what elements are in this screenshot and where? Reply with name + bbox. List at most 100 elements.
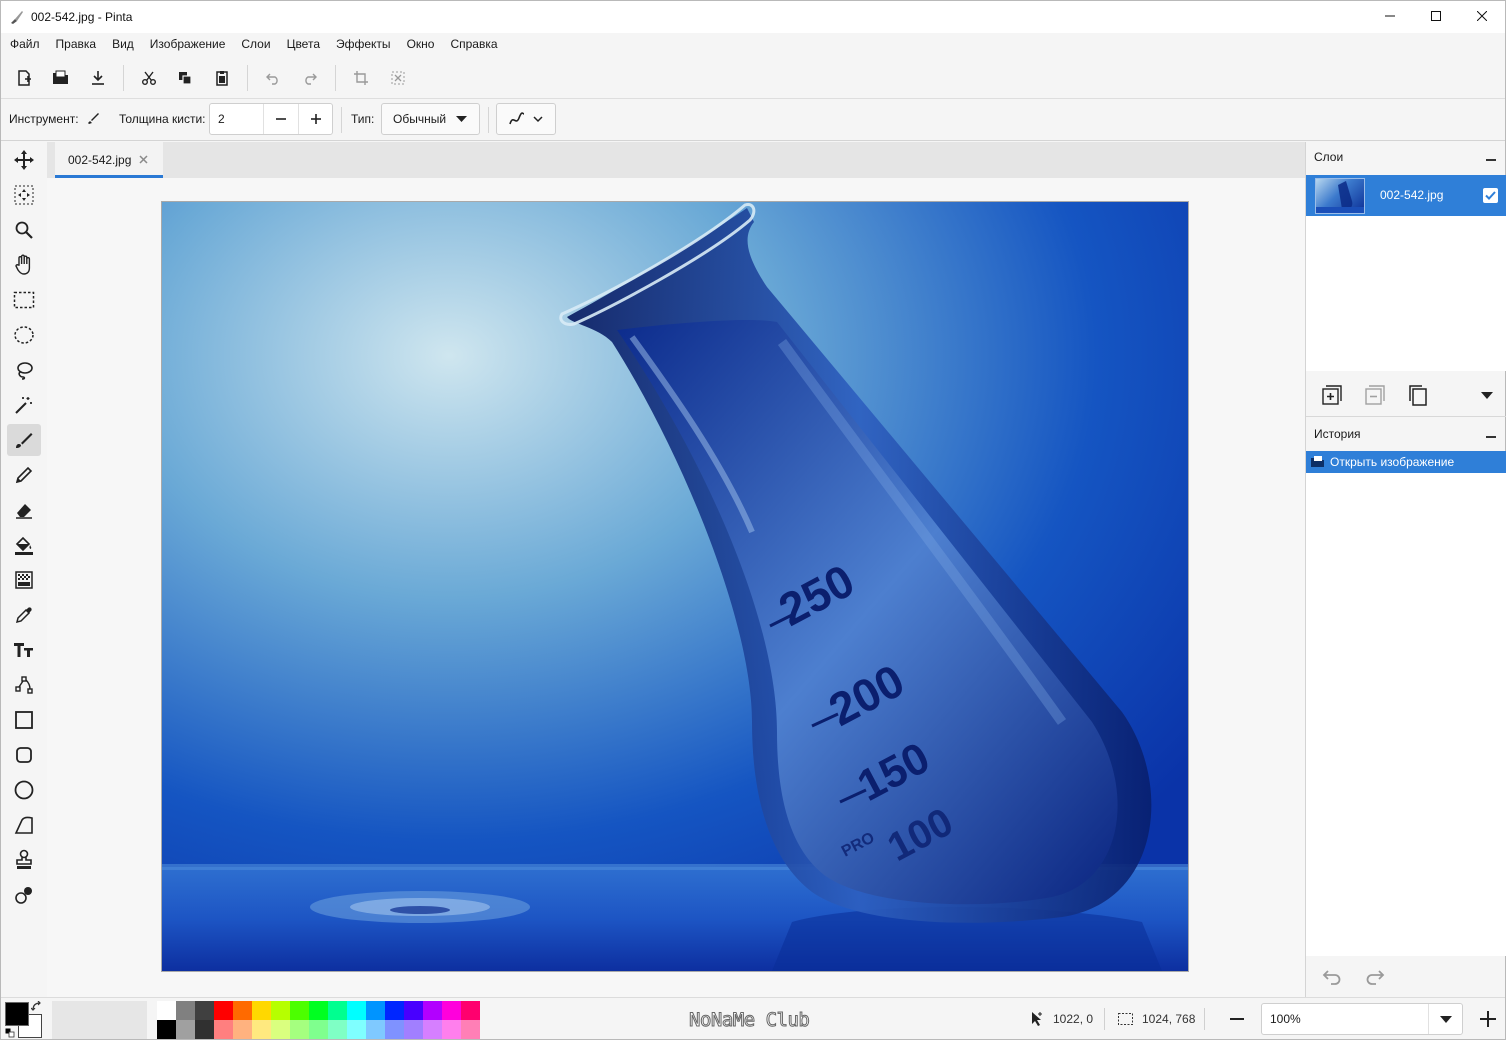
canvas-area[interactable]: 250 200 150 100 PRO [47, 178, 1305, 997]
palette-swatch[interactable] [385, 1020, 404, 1039]
crop-button[interactable] [347, 65, 375, 91]
palette-swatch[interactable] [176, 1001, 195, 1020]
menu-edit[interactable]: Правка [48, 33, 105, 55]
open-image-button[interactable] [47, 65, 75, 91]
menu-image[interactable]: Изображение [142, 33, 234, 55]
brush-width-increase-button[interactable] [298, 104, 333, 134]
history-undo-button[interactable] [1319, 964, 1345, 990]
collapse-history-icon[interactable] [1486, 436, 1496, 438]
layer-visibility-checkbox[interactable] [1483, 188, 1498, 203]
palette-swatch[interactable] [214, 1020, 233, 1039]
tool-line-curve[interactable] [7, 669, 41, 701]
menu-view[interactable]: Вид [104, 33, 142, 55]
tool-gradient[interactable] [7, 564, 41, 596]
zoom-input[interactable]: 100% [1270, 1004, 1301, 1034]
zoom-out-button[interactable] [1223, 1005, 1251, 1033]
palette-swatch[interactable] [252, 1020, 271, 1039]
menu-help[interactable]: Справка [442, 33, 505, 55]
palette-swatch[interactable] [290, 1020, 309, 1039]
tool-recolor[interactable] [7, 879, 41, 911]
tool-rounded-rectangle[interactable] [7, 739, 41, 771]
palette-swatch[interactable] [385, 1001, 404, 1020]
palette-swatch[interactable] [461, 1001, 480, 1020]
brush-width-input[interactable]: 2 [218, 104, 225, 134]
duplicate-layer-button[interactable] [1405, 382, 1431, 408]
collapse-layers-icon[interactable] [1486, 159, 1496, 161]
palette-swatch[interactable] [290, 1001, 309, 1020]
tab-document[interactable]: 002-542.jpg [55, 142, 163, 178]
palette-swatch[interactable] [423, 1001, 442, 1020]
palette-swatch[interactable] [442, 1020, 461, 1039]
zoom-in-button[interactable] [1474, 1005, 1502, 1033]
menu-effects[interactable]: Эффекты [328, 33, 399, 55]
tool-paintbrush[interactable] [7, 424, 41, 456]
menu-file[interactable]: Файл [2, 33, 48, 55]
menu-layers[interactable]: Слои [233, 33, 278, 55]
redo-button[interactable] [296, 65, 324, 91]
cut-button[interactable] [135, 65, 163, 91]
palette-swatch[interactable] [347, 1001, 366, 1020]
palette-swatch[interactable] [195, 1020, 214, 1039]
brush-width-decrease-button[interactable] [263, 104, 298, 134]
swap-colors-icon[interactable] [31, 1001, 43, 1013]
palette-swatch[interactable] [157, 1020, 176, 1039]
layer-item[interactable]: 002-542.jpg [1306, 175, 1506, 216]
tool-text[interactable] [7, 634, 41, 666]
palette-swatch[interactable] [461, 1020, 480, 1039]
palette-swatch[interactable] [271, 1001, 290, 1020]
tool-move-selected[interactable] [7, 144, 41, 176]
palette-swatch[interactable] [404, 1020, 423, 1039]
tool-magic-wand[interactable] [7, 389, 41, 421]
menu-window[interactable]: Окно [399, 33, 443, 55]
antialiasing-dropdown[interactable] [496, 103, 556, 135]
zoom-dropdown-button[interactable] [1428, 1004, 1462, 1034]
add-layer-button[interactable] [1319, 382, 1345, 408]
brush-type-dropdown[interactable]: Обычный [381, 103, 480, 135]
tool-paint-bucket[interactable] [7, 529, 41, 561]
palette-swatch[interactable] [233, 1020, 252, 1039]
close-tab-icon[interactable] [139, 155, 148, 164]
tool-ellipse-select[interactable] [7, 319, 41, 351]
palette-swatch[interactable] [214, 1001, 233, 1020]
palette-swatch[interactable] [423, 1020, 442, 1039]
palette-swatch[interactable] [309, 1001, 328, 1020]
palette-swatch[interactable] [347, 1020, 366, 1039]
paste-button[interactable] [208, 65, 236, 91]
palette-swatch[interactable] [233, 1001, 252, 1020]
palette-swatch[interactable] [309, 1020, 328, 1039]
layer-menu-dropdown[interactable] [1474, 382, 1500, 408]
delete-layer-button[interactable] [1362, 382, 1388, 408]
tool-freeform-shape[interactable] [7, 809, 41, 841]
tool-color-picker[interactable] [7, 599, 41, 631]
palette-swatch[interactable] [157, 1001, 176, 1020]
tool-eraser[interactable] [7, 494, 41, 526]
new-image-button[interactable] [10, 65, 38, 91]
palette-swatch[interactable] [366, 1020, 385, 1039]
maximize-button[interactable] [1413, 1, 1459, 31]
deselect-button[interactable] [384, 65, 412, 91]
tool-rectangle[interactable] [7, 704, 41, 736]
tool-clone-stamp[interactable] [7, 844, 41, 876]
copy-button[interactable] [171, 65, 199, 91]
tool-ellipse[interactable] [7, 774, 41, 806]
tool-zoom[interactable] [7, 214, 41, 246]
minimize-button[interactable] [1367, 1, 1413, 31]
palette-swatch[interactable] [176, 1020, 195, 1039]
palette-swatch[interactable] [195, 1001, 214, 1020]
palette-swatch[interactable] [366, 1001, 385, 1020]
save-button[interactable] [84, 65, 112, 91]
tool-rectangle-select[interactable] [7, 284, 41, 316]
tool-pan[interactable] [7, 249, 41, 281]
tool-move-selection[interactable] [7, 179, 41, 211]
close-button[interactable] [1459, 1, 1505, 31]
tool-pencil[interactable] [7, 459, 41, 491]
palette-swatch[interactable] [442, 1001, 461, 1020]
history-item[interactable]: Открыть изображение [1306, 451, 1506, 473]
palette-swatch[interactable] [404, 1001, 423, 1020]
palette-swatch[interactable] [328, 1001, 347, 1020]
undo-button[interactable] [259, 65, 287, 91]
palette-swatch[interactable] [328, 1020, 347, 1039]
palette-swatch[interactable] [252, 1001, 271, 1020]
palette-swatch[interactable] [271, 1020, 290, 1039]
tool-lasso-select[interactable] [7, 354, 41, 386]
